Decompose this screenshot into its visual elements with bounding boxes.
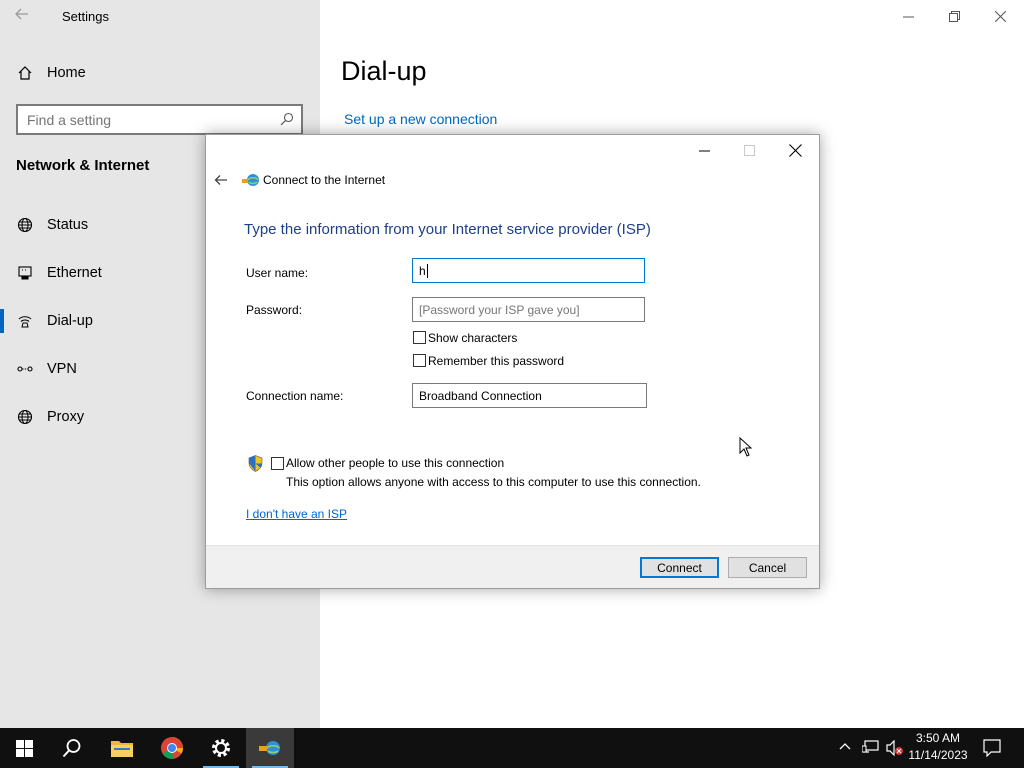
dialog-footer: Connect Cancel: [206, 545, 819, 588]
dialog-close-button[interactable]: [777, 139, 813, 161]
show-characters-checkbox[interactable]: [413, 331, 426, 344]
dialog-minimize-button[interactable]: [686, 139, 722, 161]
clock[interactable]: 3:50 AM 11/14/2023: [906, 731, 970, 762]
home-icon: [16, 64, 34, 82]
taskbar: 3:50 AM 11/14/2023: [0, 728, 1024, 768]
search-icon: [280, 112, 294, 131]
connect-button[interactable]: Connect: [640, 557, 719, 578]
password-placeholder: [Password your ISP gave you]: [419, 302, 580, 317]
date: 11/14/2023: [908, 748, 968, 762]
remember-password-label: Remember this password: [428, 354, 565, 368]
volume-muted-icon[interactable]: [886, 739, 904, 761]
username-label: User name:: [246, 266, 309, 280]
back-arrow-icon[interactable]: [14, 6, 34, 26]
connection-name-value: Broadband Connection: [419, 388, 542, 403]
globe-icon: [16, 216, 34, 234]
allow-others-checkbox[interactable]: [271, 457, 284, 470]
username-field[interactable]: h: [412, 258, 645, 283]
username-value: h: [419, 263, 426, 278]
mouse-cursor: [739, 436, 753, 462]
nav-item-label: Proxy: [47, 409, 85, 425]
show-characters-label: Show characters: [428, 331, 518, 345]
dialog-back-icon[interactable]: [214, 173, 228, 192]
nav-item-label: Ethernet: [47, 265, 102, 281]
cancel-button[interactable]: Cancel: [728, 557, 807, 578]
ethernet-icon: [16, 264, 34, 282]
active-indicator: [0, 309, 4, 333]
nav-item-label: Dial-up: [47, 313, 93, 329]
time: 3:50 AM: [915, 731, 961, 745]
dialup-icon: [16, 312, 34, 330]
chrome-icon[interactable]: [148, 728, 196, 768]
dialog-title: Connect to the Internet: [263, 173, 386, 187]
search-icon[interactable]: [48, 728, 96, 768]
window-title: Settings: [62, 9, 109, 24]
nav-item-label: Status: [47, 217, 89, 233]
show-hidden-icons-icon[interactable]: [838, 740, 852, 759]
minimize-button[interactable]: [885, 0, 931, 32]
restore-button[interactable]: [931, 0, 977, 32]
text-caret: [426, 263, 428, 278]
vpn-icon: [16, 360, 34, 378]
windows-start-icon[interactable]: [0, 728, 48, 768]
connection-name-field[interactable]: Broadband Connection: [412, 383, 647, 408]
close-button[interactable]: [977, 0, 1023, 32]
dialog-heading: Type the information from your Internet …: [244, 221, 651, 238]
setup-connection-link[interactable]: Set up a new connection: [344, 111, 497, 127]
network-connection-icon: [242, 172, 260, 193]
allow-others-description: This option allows anyone with access to…: [286, 475, 701, 489]
search-box[interactable]: [16, 104, 303, 135]
network-connection-icon[interactable]: [246, 728, 294, 768]
connect-dialog: Connect to the Internet Type the informa…: [205, 134, 820, 589]
allow-others-label: Allow other people to use this connectio…: [286, 456, 505, 470]
section-title: Network & Internet: [16, 157, 150, 174]
connection-name-label: Connection name:: [246, 389, 344, 403]
home-nav-item[interactable]: Home: [0, 49, 320, 97]
globe-icon: [16, 408, 34, 426]
no-isp-link[interactable]: I don't have an ISP: [246, 507, 347, 521]
file-explorer-icon[interactable]: [98, 728, 146, 768]
password-label: Password:: [246, 303, 303, 317]
network-tray-icon[interactable]: [861, 740, 880, 761]
notifications-icon[interactable]: [983, 739, 1001, 762]
settings-gear-icon[interactable]: [197, 728, 245, 768]
remember-password-checkbox[interactable]: [413, 354, 426, 367]
home-label: Home: [47, 65, 86, 81]
nav-item-label: VPN: [47, 361, 77, 377]
dialog-maximize-button: [731, 139, 767, 161]
search-input[interactable]: [18, 106, 269, 134]
uac-shield-icon: [248, 455, 263, 477]
password-field[interactable]: [Password your ISP gave you]: [412, 297, 645, 322]
page-title: Dial-up: [341, 56, 427, 86]
